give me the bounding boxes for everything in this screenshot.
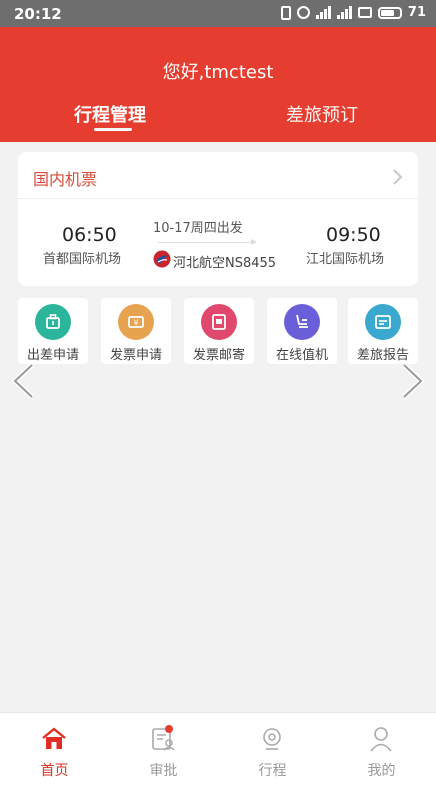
menu-item-online-checkin[interactable]: 在线值机: [267, 298, 337, 364]
quick-menu: 出差申请 ¥ 发票申请 发票邮寄 在线值机 差旅报告: [0, 296, 436, 366]
alarm-icon: [296, 6, 310, 19]
menu-label: 差旅报告: [356, 348, 409, 363]
menu-item-invoice-mailing[interactable]: 发票邮寄: [184, 298, 254, 364]
signal-icon: [315, 6, 331, 19]
departure-airport: 首都国际机场: [43, 252, 122, 267]
chevron-right-icon[interactable]: [392, 168, 404, 186]
signal-icon-2: [336, 6, 352, 19]
bottom-tab-bar: 首页 审批 行程 我的: [0, 712, 436, 792]
route-arrow-icon: [158, 239, 257, 245]
menu-label: 出差申请: [26, 348, 79, 363]
menu-label: 发票邮寄: [192, 348, 245, 363]
app-header: 您好,tmctest 行程管理 差旅预订: [0, 27, 436, 142]
active-tab-indicator: [94, 128, 132, 131]
seat-icon: [284, 304, 320, 340]
status-icons: 71: [280, 5, 426, 20]
home-icon: [42, 727, 66, 749]
menu-label: 发票申请: [109, 348, 162, 363]
briefcase-icon: [35, 304, 71, 340]
tabbar-label: 行程: [258, 763, 287, 779]
battery-icon: [377, 6, 402, 19]
chevron-left-icon[interactable]: [10, 362, 36, 400]
arrival-airport: 江北国际机场: [306, 252, 385, 267]
tabbar-label: 我的: [367, 763, 396, 779]
airline-logo-icon: [153, 250, 171, 268]
menu-item-travel-report[interactable]: 差旅报告: [348, 298, 418, 364]
tabbar-item-mine[interactable]: 我的: [327, 713, 436, 792]
mail-icon: [201, 304, 237, 340]
tab-trip-management[interactable]: 行程管理: [74, 101, 146, 127]
tabbar-item-approval[interactable]: 审批: [109, 713, 218, 792]
battery-level: 71: [407, 5, 426, 20]
nfc-icon: [357, 7, 372, 18]
tabbar-item-home[interactable]: 首页: [0, 713, 109, 792]
tabbar-label: 首页: [40, 763, 69, 779]
divider: [18, 198, 418, 199]
departure-time: 06:50: [62, 224, 117, 246]
notification-badge: [165, 725, 173, 733]
domestic-flight-card[interactable]: 国内机票 06:50 首都国际机场 10-17周四出发 河北航空NS8455 0…: [18, 152, 418, 286]
status-bar: 20:12 71: [0, 0, 436, 27]
card-title: 国内机票: [33, 170, 98, 189]
airline-flight-number: 河北航空NS8455: [173, 256, 277, 271]
chevron-right-icon[interactable]: [400, 362, 426, 400]
tabbar-label: 审批: [149, 763, 178, 779]
invoice-icon: ¥: [118, 304, 154, 340]
svg-text:¥: ¥: [133, 319, 138, 328]
user-icon: [370, 727, 392, 752]
arrival-time: 09:50: [326, 224, 381, 246]
trip-icon: [263, 728, 281, 750]
tabbar-item-trip[interactable]: 行程: [218, 713, 327, 792]
menu-item-invoice-application[interactable]: ¥ 发票申请: [101, 298, 171, 364]
report-icon: [365, 304, 401, 340]
greeting-text: 您好,tmctest: [162, 62, 274, 83]
menu-item-travel-application[interactable]: 出差申请: [18, 298, 88, 364]
status-time: 20:12: [14, 5, 62, 23]
vibrate-icon: [280, 5, 291, 20]
tab-travel-booking[interactable]: 差旅预订: [286, 101, 358, 127]
menu-label: 在线值机: [275, 348, 328, 363]
flight-date: 10-17周四出发: [153, 221, 243, 236]
